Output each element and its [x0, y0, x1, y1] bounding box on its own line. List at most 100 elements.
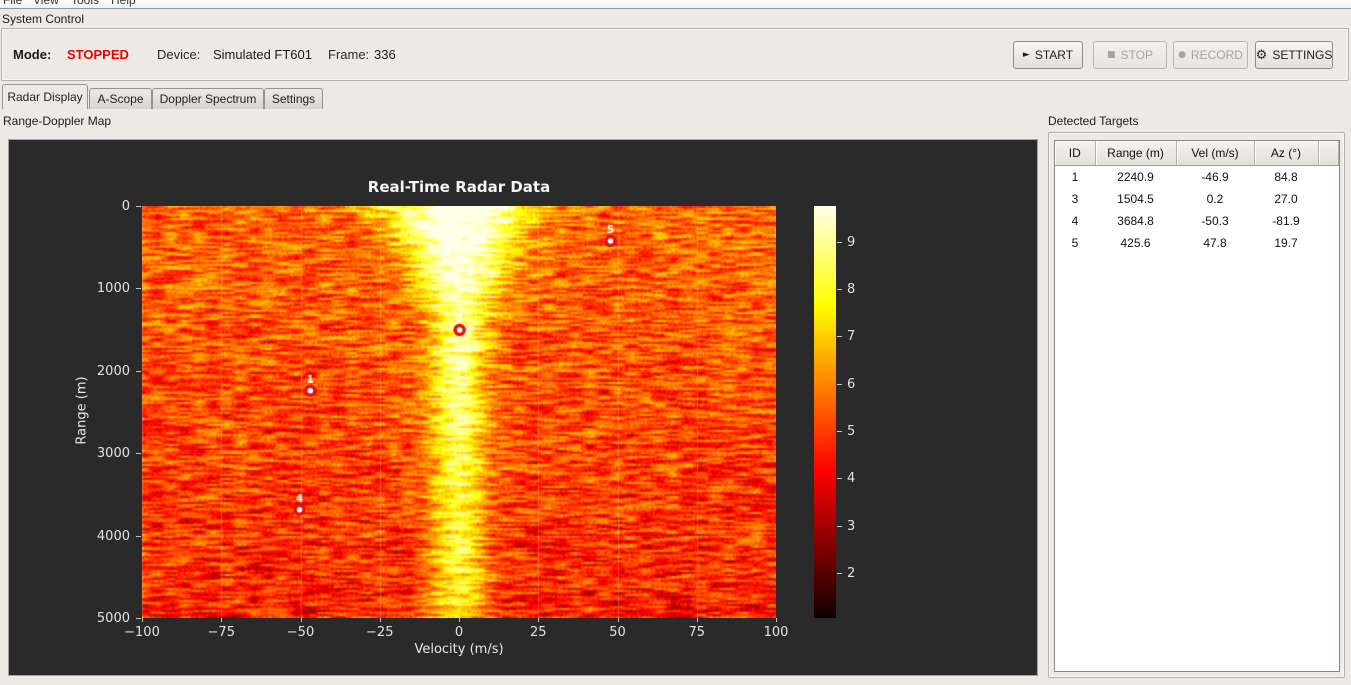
tab-radar-display[interactable]: Radar Display	[2, 84, 88, 109]
table-cell-filler	[1318, 232, 1339, 254]
stop-button: ■ STOP	[1093, 41, 1167, 69]
stop-icon: ■	[1107, 49, 1116, 60]
x-tick-mark	[142, 618, 143, 622]
range-doppler-figure: Real-Time Radar Data Velocity (m/s) Rang…	[8, 139, 1038, 676]
tab-settings[interactable]: Settings	[264, 88, 323, 109]
detected-targets-group-label: Detected Targets	[1048, 114, 1139, 128]
colorbar-tick-label: 9	[847, 234, 856, 250]
device-value: Simulated FT601	[213, 47, 312, 62]
x-tick-label: 100	[763, 625, 789, 640]
table-cell: 19.7	[1274, 236, 1298, 250]
system-control-group-label: System Control	[2, 12, 85, 26]
table-cell: 1504.5	[1117, 192, 1154, 206]
targets-table: ID Range (m) Vel (m/s) Az (°) 1 2240.9 -46.9 8…	[1055, 141, 1339, 254]
table-cell: 3	[1071, 192, 1079, 206]
menu-item-help[interactable]: Help	[111, 0, 136, 7]
menu-bar: File View Tools Help	[0, 0, 1351, 9]
x-tick-mark	[380, 618, 381, 622]
table-cell: -46.9	[1201, 170, 1229, 184]
start-button[interactable]: ► START	[1013, 41, 1083, 69]
column-header-id[interactable]: ID	[1055, 141, 1096, 166]
column-header-range-m[interactable]: Range (m)	[1095, 141, 1177, 166]
heatmap-canvas	[142, 206, 776, 618]
table-row[interactable]: 5 425.6 47.8 19.7	[1055, 232, 1339, 254]
y-tick-mark	[136, 371, 141, 372]
table-cell: 5	[1071, 236, 1079, 250]
colorbar-tick-mark	[837, 289, 842, 290]
colorbar-tick-label: 3	[847, 518, 856, 534]
table-cell: -50.3	[1201, 214, 1229, 228]
x-tick-label: −75	[207, 625, 235, 640]
y-tick-mark	[136, 288, 141, 289]
x-tick-mark	[301, 618, 302, 622]
table-row[interactable]: 3 1504.5 0.2 27.0	[1055, 188, 1339, 210]
mode-status-value: STOPPED	[67, 47, 129, 62]
table-row[interactable]: 4 3684.8 -50.3 -81.9	[1055, 210, 1339, 232]
colorbar-tick-label: 5	[847, 423, 856, 439]
colorbar-tick-mark	[837, 478, 842, 479]
x-tick-mark	[538, 618, 539, 622]
table-cell: 2240.9	[1117, 170, 1154, 184]
start-button-label: START	[1034, 48, 1074, 62]
table-cell: 47.8	[1203, 236, 1227, 250]
colorbar-tick-label: 2	[847, 566, 856, 581]
settings-button[interactable]: ⚙ SETTINGS	[1255, 41, 1333, 69]
colorbar-tick-mark	[837, 336, 842, 337]
table-cell: 1	[1071, 170, 1079, 184]
stop-button-label: STOP	[1120, 48, 1153, 62]
x-tick-label: 25	[529, 625, 547, 640]
y-tick-mark	[136, 453, 141, 454]
x-axis-label: Velocity (m/s)	[414, 642, 504, 657]
table-cell: 84.8	[1274, 170, 1298, 184]
x-tick-mark	[697, 618, 698, 622]
x-tick-mark	[618, 618, 619, 622]
mode-label: Mode:	[13, 47, 52, 62]
colorbar-tick-mark	[837, 526, 842, 527]
record-button-label: RECORD	[1190, 48, 1243, 62]
x-tick-mark	[221, 618, 222, 622]
column-header-filler	[1318, 141, 1339, 166]
colorbar-tick-label: 6	[847, 376, 856, 392]
x-tick-mark	[459, 618, 460, 622]
colorbar-tick-label: 8	[847, 281, 856, 297]
y-tick-label: 5000	[96, 611, 130, 626]
x-tick-label: 0	[454, 625, 464, 640]
settings-button-label: SETTINGS	[1272, 48, 1333, 62]
frame-label: Frame:	[328, 47, 370, 62]
colorbar-tick-mark	[837, 573, 842, 574]
table-cell: 0.2	[1206, 192, 1224, 206]
y-tick-label: 1000	[96, 281, 130, 297]
colorbar-tick-mark	[837, 431, 842, 432]
chart-title: Real-Time Radar Data	[367, 178, 551, 196]
table-cell: 27.0	[1274, 192, 1298, 206]
y-tick-label: 0	[121, 199, 130, 214]
menu-item-file[interactable]: File	[3, 0, 22, 7]
gear-icon: ⚙	[1255, 47, 1268, 63]
menu-item-view[interactable]: View	[33, 0, 59, 7]
x-tick-label: −50	[286, 625, 315, 640]
x-tick-mark	[776, 618, 777, 622]
device-label: Device:	[157, 47, 201, 62]
y-tick-label: 2000	[96, 363, 130, 379]
tab-doppler-spectrum[interactable]: Doppler Spectrum	[152, 88, 264, 109]
column-header-vel-m-s[interactable]: Vel (m/s)	[1176, 141, 1255, 166]
table-row[interactable]: 1 2240.9 -46.9 84.8	[1055, 166, 1339, 189]
x-tick-label: −25	[366, 625, 394, 640]
range-doppler-map-label: Range-Doppler Map	[3, 114, 112, 128]
frame-value: 336	[374, 47, 396, 62]
tab-a-scope[interactable]: A-Scope	[89, 88, 152, 109]
table-cell: 425.6	[1120, 236, 1151, 250]
y-tick-mark	[136, 536, 141, 537]
column-header-az[interactable]: Az (°)	[1254, 141, 1319, 166]
menu-item-tools[interactable]: Tools	[71, 0, 99, 7]
y-tick-label: 3000	[96, 446, 130, 462]
y-tick-mark	[136, 618, 141, 619]
colorbar-tick-mark	[837, 242, 842, 243]
table-cell-filler	[1318, 210, 1339, 232]
play-icon: ►	[1022, 49, 1030, 60]
detected-targets-list[interactable]: ID Range (m) Vel (m/s) Az (°) 1 2240.9 -46.9 8…	[1054, 140, 1340, 672]
table-cell: 4	[1071, 214, 1079, 228]
record-button: ● RECORD	[1173, 41, 1248, 69]
app-window: File View Tools Help System Control Mode: S…	[0, 0, 1351, 685]
x-tick-label: −100	[124, 625, 160, 640]
